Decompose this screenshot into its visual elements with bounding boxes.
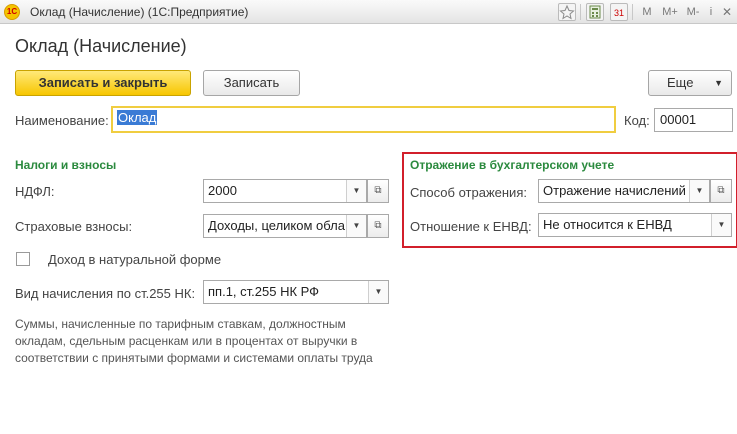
info-icon[interactable]: i	[706, 3, 716, 21]
ndfl-label: НДФЛ:	[15, 184, 55, 199]
chevron-down-icon[interactable]: ▼	[689, 180, 709, 202]
name-field[interactable]: Оклад	[111, 106, 616, 133]
toolbar-separator	[632, 4, 633, 20]
method-label: Способ отражения:	[410, 185, 527, 200]
save-and-close-button[interactable]: Записать и закрыть	[15, 70, 191, 96]
insurance-label: Страховые взносы:	[15, 219, 133, 234]
more-menu-button[interactable]: Еще ▼	[648, 70, 732, 96]
name-label: Наименование:	[15, 113, 109, 128]
name-field-value: Оклад	[117, 110, 158, 125]
close-icon[interactable]: ✕	[720, 3, 734, 21]
in-kind-checkbox[interactable]	[16, 252, 30, 266]
ndfl-value: 2000	[208, 183, 237, 198]
app-logo-icon: 1С	[4, 4, 20, 20]
chevron-down-icon: ▼	[714, 78, 723, 88]
memory-plus-button[interactable]: M+	[660, 3, 680, 21]
chevron-down-icon[interactable]: ▼	[346, 180, 366, 202]
open-method-button[interactable]: ⧉	[710, 179, 732, 203]
envd-select[interactable]: Не относится к ЕНВД ▼	[538, 213, 732, 237]
favorites-icon[interactable]	[558, 3, 576, 21]
window-title-bar: 1С Оклад (Начисление) (1С:Предприятие) 3…	[0, 0, 737, 24]
envd-label: Отношение к ЕНВД:	[410, 219, 532, 234]
page-title: Оклад (Начисление)	[15, 36, 187, 56]
more-button-label: Еще	[667, 75, 694, 90]
open-ndfl-button[interactable]: ⧉	[367, 179, 389, 203]
in-kind-label: Доход в натуральной форме	[48, 252, 222, 267]
accounting-section-title: Отражение в бухгалтерском учете	[410, 158, 615, 172]
method-select[interactable]: Отражение начислений ▼	[538, 179, 710, 203]
insurance-select[interactable]: Доходы, целиком обла ▼	[203, 214, 367, 238]
art255-label: Вид начисления по ст.255 НК:	[15, 286, 196, 301]
art255-select[interactable]: пп.1, ст.255 НК РФ ▼	[203, 280, 389, 304]
memory-minus-button[interactable]: M-	[684, 3, 702, 21]
code-field[interactable]: 00001	[654, 108, 733, 132]
envd-value: Не относится к ЕНВД	[543, 217, 672, 232]
chevron-down-icon[interactable]: ▼	[346, 215, 366, 237]
method-value: Отражение начислений	[543, 183, 686, 198]
calendar-icon[interactable]: 31	[610, 3, 628, 21]
art255-value: пп.1, ст.255 НК РФ	[208, 284, 320, 299]
toolbar-separator	[580, 4, 581, 20]
window-title: Оклад (Начисление) (1С:Предприятие)	[30, 5, 249, 19]
calculator-icon[interactable]	[586, 3, 604, 21]
chevron-down-icon[interactable]: ▼	[711, 214, 731, 236]
taxes-section-title: Налоги и взносы	[15, 158, 117, 172]
open-insurance-button[interactable]: ⧉	[367, 214, 389, 238]
ndfl-select[interactable]: 2000 ▼	[203, 179, 367, 203]
save-button[interactable]: Записать	[203, 70, 300, 96]
code-label: Код:	[624, 113, 650, 128]
accrual-description: Суммы, начисленные по тарифным ставкам, …	[15, 317, 373, 365]
insurance-value: Доходы, целиком обла	[208, 218, 345, 233]
chevron-down-icon[interactable]: ▼	[368, 281, 388, 303]
memory-m-button[interactable]: M	[640, 3, 654, 21]
